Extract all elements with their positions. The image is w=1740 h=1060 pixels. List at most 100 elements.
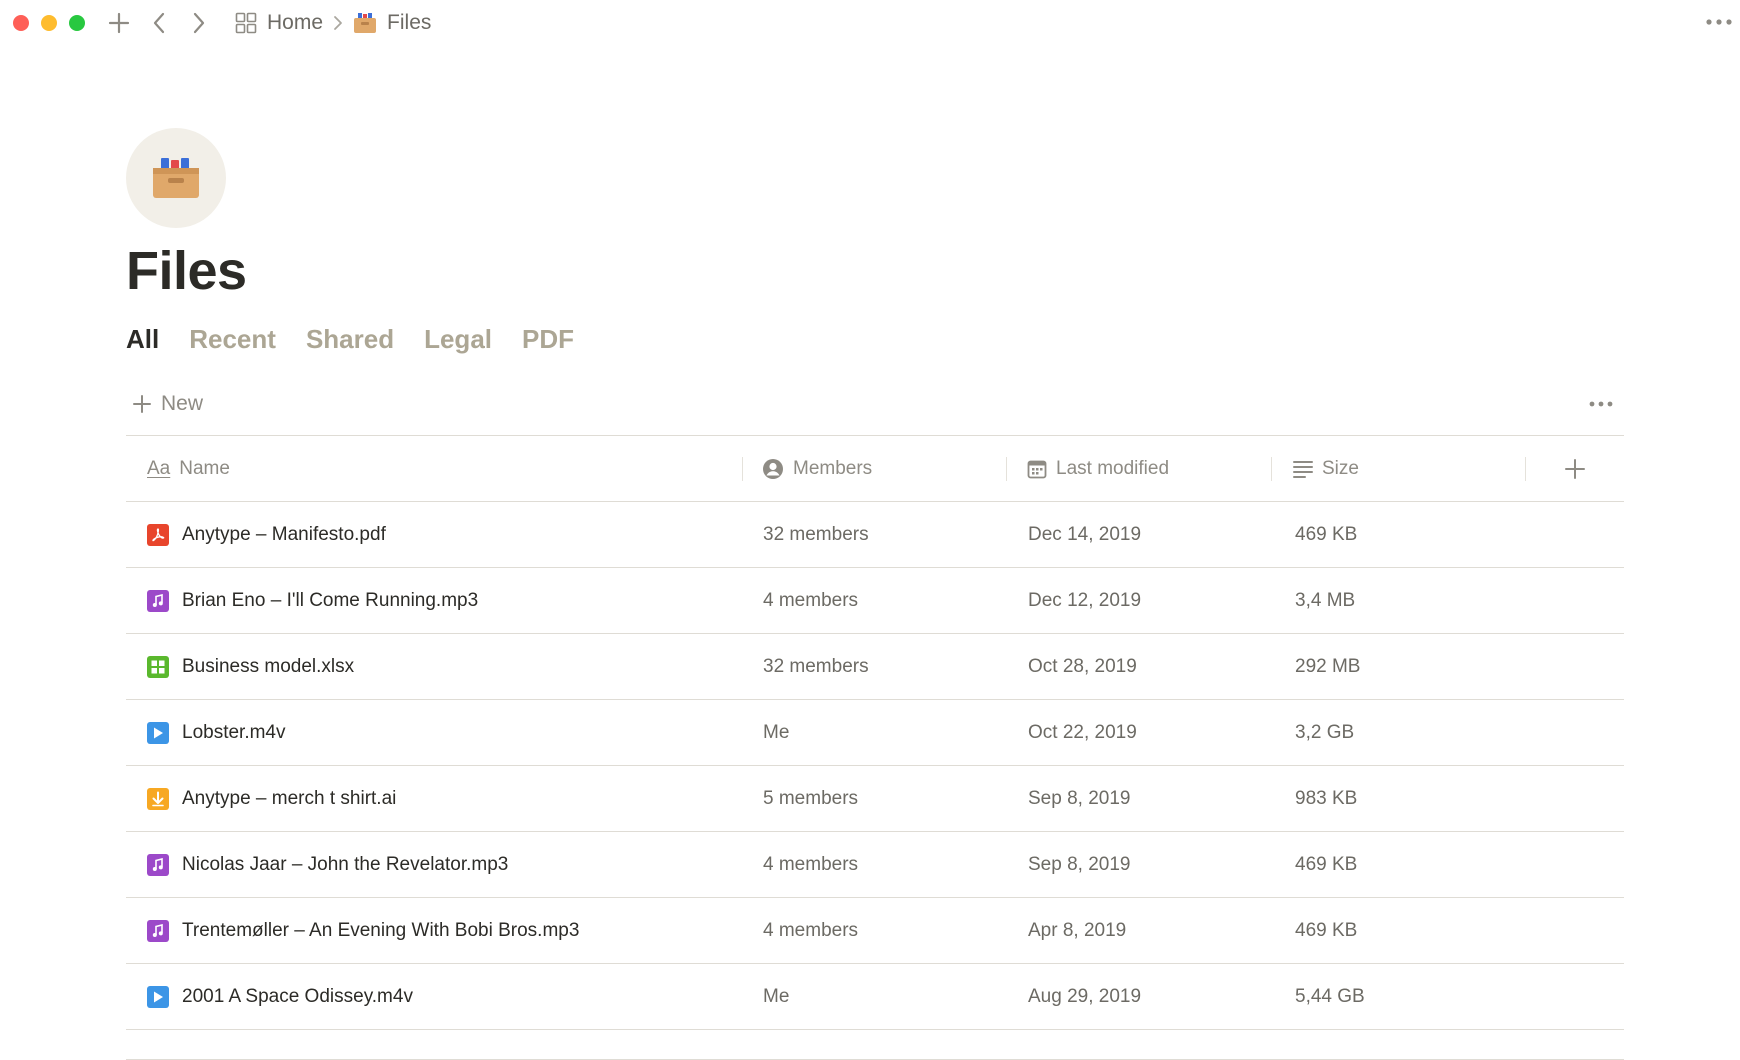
table-row-partial bbox=[126, 1030, 1624, 1060]
cell-last-modified: Sep 8, 2019 bbox=[1028, 787, 1131, 809]
forward-arrow-icon[interactable] bbox=[185, 9, 213, 37]
cell-name: Trentemøller – An Evening With Bobi Bros… bbox=[126, 919, 743, 942]
new-button-label: New bbox=[161, 392, 204, 415]
column-size-label: Size bbox=[1322, 457, 1359, 479]
spreadsheet-icon bbox=[147, 655, 169, 678]
plus-icon[interactable] bbox=[105, 9, 133, 37]
zoom-window-button[interactable] bbox=[69, 15, 85, 31]
page-title: Files bbox=[126, 241, 247, 301]
table-body: Anytype – Manifesto.pdf 32 members Dec 14,… bbox=[126, 502, 1624, 1030]
audio-file-icon bbox=[147, 589, 169, 612]
cell-name: 2001 A Space Odissey.m4v bbox=[126, 985, 743, 1008]
file-name: Anytype – Manifesto.pdf bbox=[182, 523, 386, 545]
cell-size: 3,2 GB bbox=[1295, 721, 1355, 743]
cell-members: 4 members bbox=[763, 589, 859, 611]
video-file-icon bbox=[147, 721, 169, 744]
calendar-icon bbox=[1027, 460, 1047, 478]
file-name: Lobster.m4v bbox=[182, 721, 286, 743]
table-row[interactable]: Business model.xlsx 32 members Oct 28, 201… bbox=[126, 634, 1624, 700]
files-table: Aa Name Members Last modified Size Anyty… bbox=[126, 435, 1624, 1060]
minimize-window-button[interactable] bbox=[41, 15, 57, 31]
file-name: 2001 A Space Odissey.m4v bbox=[182, 985, 413, 1007]
cell-last-modified: Dec 12, 2019 bbox=[1028, 589, 1142, 611]
page-content: Files All Recent Shared Legal PDF New Aa… bbox=[126, 128, 1626, 1060]
table-row[interactable]: Anytype – merch t shirt.ai 5 members Sep 8… bbox=[126, 766, 1624, 832]
cell-name: Anytype – merch t shirt.ai bbox=[126, 787, 743, 810]
cell-members: Me bbox=[763, 985, 790, 1007]
tab-shared[interactable]: Shared bbox=[306, 324, 394, 355]
new-button[interactable]: New bbox=[132, 392, 203, 416]
table-toolbar: New bbox=[126, 381, 1624, 427]
table-row[interactable]: Anytype – Manifesto.pdf 32 members Dec 14,… bbox=[126, 502, 1624, 568]
column-header-members[interactable]: Members bbox=[743, 456, 1007, 481]
table-row[interactable]: 2001 A Space Odissey.m4v Me Aug 29, 2019 5,… bbox=[126, 964, 1624, 1030]
cell-members: 32 members bbox=[763, 655, 869, 677]
tab-pdf[interactable]: PDF bbox=[522, 324, 574, 355]
column-header-size[interactable]: Size bbox=[1272, 456, 1526, 481]
video-file-icon bbox=[147, 985, 169, 1008]
cell-size: 469 KB bbox=[1295, 919, 1358, 941]
cell-members: 5 members bbox=[763, 787, 859, 809]
download-icon bbox=[147, 787, 169, 810]
table-header: Aa Name Members Last modified Size bbox=[126, 436, 1624, 502]
column-name-label: Name bbox=[179, 457, 230, 479]
lines-icon bbox=[1293, 460, 1313, 478]
breadcrumb-home[interactable]: Home bbox=[235, 11, 323, 35]
column-members-label: Members bbox=[793, 457, 873, 479]
file-name: Business model.xlsx bbox=[182, 655, 355, 677]
file-name: Trentemøller – An Evening With Bobi Bros… bbox=[182, 919, 580, 941]
chevron-right-icon bbox=[333, 15, 343, 31]
table-row[interactable]: Lobster.m4v Me Oct 22, 2019 3,2 GB bbox=[126, 700, 1624, 766]
cell-size: 3,4 MB bbox=[1295, 589, 1356, 611]
column-header-name[interactable]: Aa Name bbox=[126, 456, 743, 481]
tab-recent[interactable]: Recent bbox=[189, 324, 276, 355]
page-icon[interactable] bbox=[126, 128, 226, 228]
file-name: Anytype – merch t shirt.ai bbox=[182, 787, 397, 809]
add-column-button[interactable] bbox=[1526, 436, 1624, 501]
pdf-icon bbox=[147, 523, 169, 546]
cell-size: 469 KB bbox=[1295, 853, 1358, 875]
plus-icon bbox=[1565, 458, 1585, 479]
more-options-icon[interactable] bbox=[1704, 8, 1734, 36]
person-icon bbox=[763, 458, 783, 479]
cell-last-modified: Aug 29, 2019 bbox=[1028, 985, 1142, 1007]
file-box-icon bbox=[354, 13, 377, 33]
file-name: Nicolas Jaar – John the Revelator.mp3 bbox=[182, 853, 509, 875]
cell-members: Me bbox=[763, 721, 790, 743]
close-window-button[interactable] bbox=[13, 15, 29, 31]
table-row[interactable]: Trentemøller – An Evening With Bobi Bros… bbox=[126, 898, 1624, 964]
file-box-icon bbox=[153, 158, 199, 198]
view-tabs: All Recent Shared Legal PDF bbox=[126, 324, 1626, 355]
column-last-modified-label: Last modified bbox=[1056, 457, 1170, 479]
cell-size: 292 MB bbox=[1295, 655, 1361, 677]
file-name: Brian Eno – I'll Come Running.mp3 bbox=[182, 589, 479, 611]
audio-file-icon bbox=[147, 919, 169, 942]
breadcrumb-files[interactable]: Files bbox=[353, 11, 431, 35]
cell-last-modified: Sep 8, 2019 bbox=[1028, 853, 1131, 875]
breadcrumb-home-label: Home bbox=[267, 11, 324, 34]
cell-name: Nicolas Jaar – John the Revelator.mp3 bbox=[126, 853, 743, 876]
cell-last-modified: Oct 28, 2019 bbox=[1028, 655, 1137, 677]
tab-legal[interactable]: Legal bbox=[424, 324, 492, 355]
view-options-icon[interactable] bbox=[1586, 392, 1616, 416]
back-arrow-icon[interactable] bbox=[145, 9, 173, 37]
cell-members: 4 members bbox=[763, 853, 859, 875]
breadcrumb: Home Files bbox=[235, 11, 431, 35]
cell-name: Lobster.m4v bbox=[126, 721, 743, 744]
cell-size: 469 KB bbox=[1295, 523, 1358, 545]
plus-icon bbox=[133, 395, 151, 413]
text-aa-icon: Aa bbox=[147, 457, 171, 479]
breadcrumb-files-label: Files bbox=[387, 11, 432, 34]
table-row[interactable]: Nicolas Jaar – John the Revelator.mp3 4 m… bbox=[126, 832, 1624, 898]
grid-icon bbox=[235, 12, 257, 34]
cell-members: 4 members bbox=[763, 919, 859, 941]
column-header-last-modified[interactable]: Last modified bbox=[1007, 456, 1272, 481]
window-controls bbox=[13, 15, 85, 31]
cell-size: 983 KB bbox=[1295, 787, 1358, 809]
table-row[interactable]: Brian Eno – I'll Come Running.mp3 4 membe… bbox=[126, 568, 1624, 634]
title-bar: Home Files bbox=[0, 0, 1740, 46]
tab-all[interactable]: All bbox=[126, 324, 159, 355]
cell-last-modified: Dec 14, 2019 bbox=[1028, 523, 1142, 545]
cell-name: Business model.xlsx bbox=[126, 655, 743, 678]
audio-file-icon bbox=[147, 853, 169, 876]
